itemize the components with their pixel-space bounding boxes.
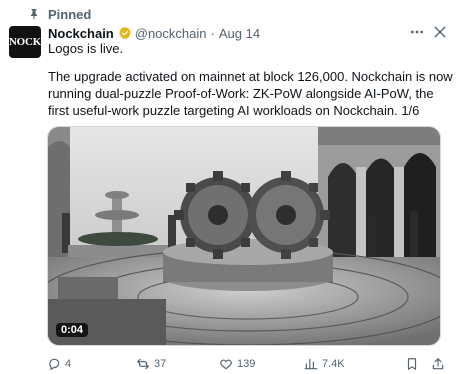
- action-bar: 4 37 139 7.4K: [47, 356, 447, 372]
- repost-button[interactable]: 37: [136, 357, 166, 371]
- more-icon: [411, 30, 423, 34]
- pinned-indicator: Pinned: [28, 6, 91, 22]
- views-count: 7.4K: [322, 358, 345, 370]
- reply-count: 4: [65, 358, 72, 370]
- author-name[interactable]: Nockchain: [48, 26, 114, 41]
- post-text-body: The upgrade activated on mainnet at bloc…: [48, 69, 453, 118]
- verified-badge-icon[interactable]: [118, 26, 132, 40]
- more-button[interactable]: [407, 24, 427, 40]
- close-icon: [434, 26, 446, 38]
- like-count: 139: [237, 358, 256, 370]
- like-button[interactable]: 139: [219, 357, 255, 371]
- reply-icon: [49, 358, 60, 371]
- post-date[interactable]: Aug 14: [219, 26, 260, 41]
- pin-icon: [31, 9, 37, 20]
- header-separator: ·: [210, 25, 215, 41]
- repost-icon: [137, 358, 149, 370]
- author-handle[interactable]: @nockchain: [135, 26, 207, 41]
- bookmark-button[interactable]: [405, 357, 423, 371]
- share-icon: [432, 358, 444, 370]
- post-text-line1: Logos is live.: [48, 41, 124, 56]
- views-button[interactable]: 7.4K: [304, 357, 345, 371]
- pinned-label: Pinned: [48, 6, 92, 22]
- heart-icon: [220, 359, 232, 370]
- video-thumbnail: [48, 127, 440, 345]
- reply-button[interactable]: 4: [47, 357, 71, 371]
- repost-count: 37: [154, 358, 167, 370]
- video-media[interactable]: 0:04: [47, 126, 441, 346]
- bookmark-icon: [407, 358, 417, 370]
- close-button[interactable]: [431, 24, 449, 40]
- share-button[interactable]: [431, 357, 449, 371]
- video-duration: 0:04: [56, 323, 89, 337]
- avatar-text: NOCK: [8, 36, 42, 48]
- views-icon: [304, 358, 318, 370]
- avatar[interactable]: NOCK: [9, 26, 41, 58]
